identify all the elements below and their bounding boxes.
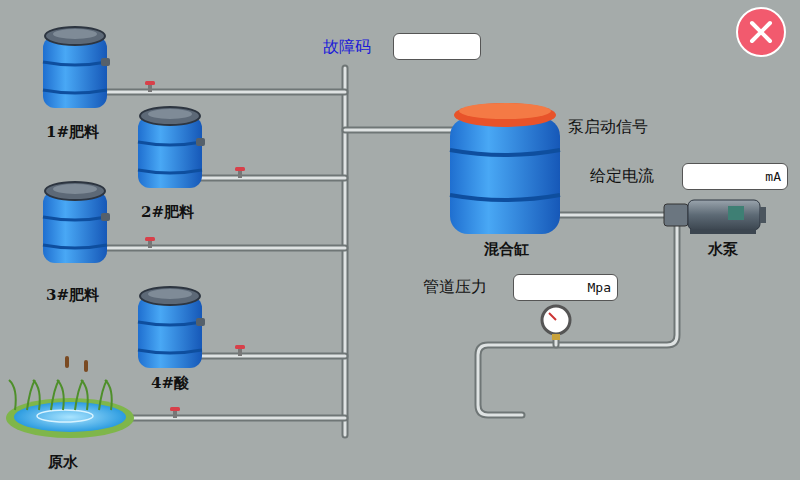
tank-label: 原水 (48, 453, 78, 471)
tank-label: 1#肥料 (46, 123, 99, 141)
pump-label: 水泵 (708, 240, 738, 258)
tank-label: 2#肥料 (141, 203, 194, 221)
current-field-unit: mA (765, 169, 781, 184)
pressure-field-unit: Mpa (588, 280, 611, 295)
fault-code-field[interactable] (393, 33, 481, 60)
barrel-icon (43, 182, 110, 263)
barrel-icon (138, 287, 205, 368)
process-diagram (0, 0, 800, 480)
valve-icon[interactable] (145, 81, 155, 92)
pressure-label: 管道压力 (423, 277, 487, 296)
valve-icon[interactable] (145, 237, 155, 248)
close-icon[interactable] (736, 7, 786, 57)
valve-icon[interactable] (235, 345, 245, 356)
barrel-icon (138, 107, 205, 188)
tank-label: 3#肥料 (46, 286, 99, 304)
tank-label: 4#酸 (151, 374, 189, 392)
barrel-icon (43, 27, 110, 108)
valve-icon[interactable] (170, 407, 180, 418)
pump-start-signal-label: 泵启动信号 (568, 117, 648, 136)
fault-code-label: 故障码 (323, 37, 371, 56)
pressure-gauge-icon (542, 306, 570, 340)
valve-icon[interactable] (235, 167, 245, 178)
pond-icon (6, 356, 134, 438)
pump-icon[interactable] (664, 200, 766, 234)
current-field[interactable]: mA (682, 163, 788, 190)
current-label: 给定电流 (590, 166, 654, 185)
pressure-field[interactable]: Mpa (513, 274, 618, 301)
mixer-label: 混合缸 (484, 240, 529, 258)
mixer-tank-icon (450, 103, 560, 234)
